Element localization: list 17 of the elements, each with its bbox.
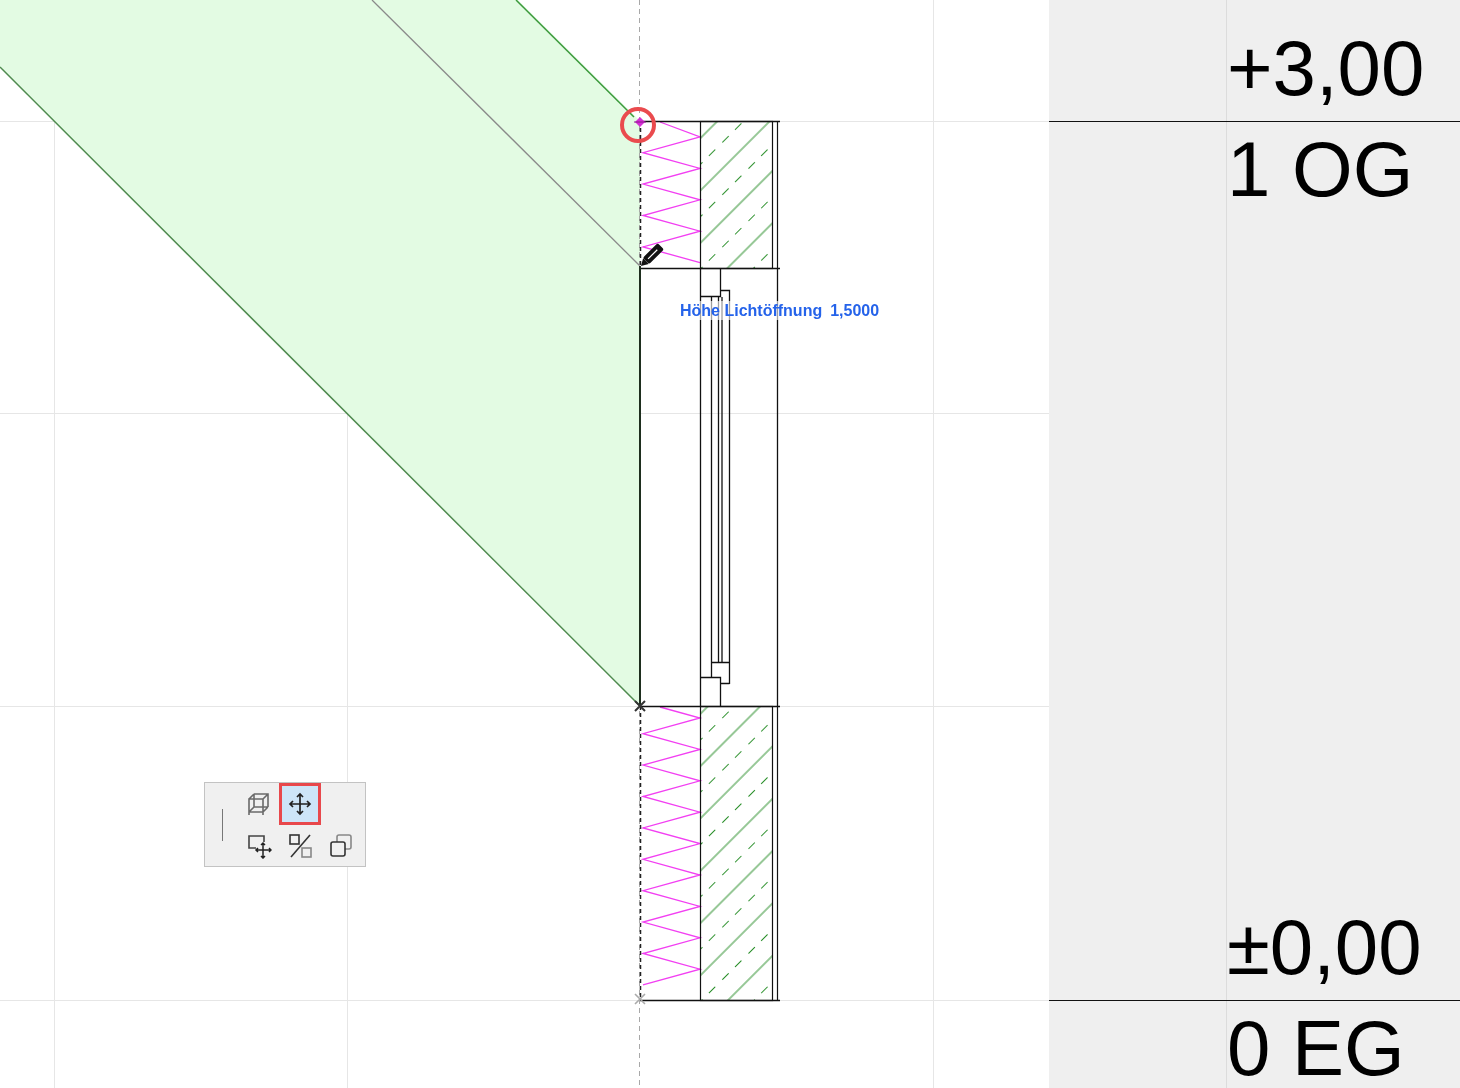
parameter-name: Höhe Lichtöffnung — [680, 301, 823, 320]
tool-button[interactable] — [279, 783, 321, 825]
cross-marker-icon — [634, 700, 646, 712]
stacked-squares-icon — [328, 833, 354, 859]
squares-diagonal-icon — [287, 833, 313, 859]
cube-frame-icon — [246, 791, 272, 817]
drag-move-icon — [246, 833, 272, 859]
pencil-icon — [641, 243, 664, 266]
move-arrows-icon — [287, 791, 313, 817]
highlight-circle — [620, 107, 656, 143]
hotspot-icon — [633, 117, 647, 127]
level-elevation: +3,00 — [1227, 29, 1425, 107]
level-name: 1 OG — [1227, 130, 1415, 208]
parameter-value: 1,5000 — [830, 301, 880, 320]
level-name: 0 EG — [1227, 1009, 1406, 1087]
cross-marker-icon — [634, 993, 646, 1005]
level-elevation: ±0,00 — [1227, 908, 1422, 986]
